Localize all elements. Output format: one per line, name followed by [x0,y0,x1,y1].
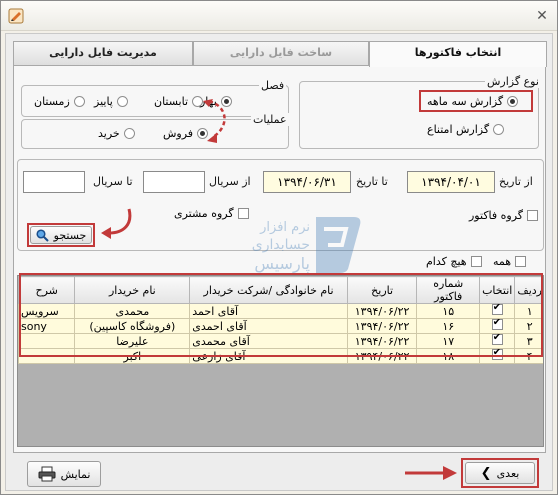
checkbox-box [527,210,539,221]
annotation-arrow-curve [203,99,226,143]
radio-purchase[interactable]: خرید [98,127,135,140]
radio-label: گزارش سه ماهه [427,95,504,108]
select-all-checkbox[interactable]: همه [493,255,527,268]
customer-group-checkbox[interactable]: گروه مشتری [174,207,249,220]
radio-label: فروش [163,127,194,140]
chevron-left-icon: ❮ [480,465,492,481]
tab-select-invoices[interactable]: انتخاب فاکتورها [369,41,547,67]
highlight-grid-rows [19,273,543,357]
radio-label: پاییز [94,95,113,108]
search-label: جستجو [53,228,87,242]
app-icon [8,8,24,24]
radio-dot [507,96,519,107]
radio-summer[interactable]: تابستان [154,95,204,108]
season-legend: فصل [259,79,287,92]
display-label: نمایش [60,467,91,481]
tab-build-asset-file: ساخت فایل دارایی [193,41,369,65]
radio-dot [116,96,128,107]
to-date-label: تا تاریخ [356,175,388,188]
annotation-arrow-search [101,208,132,239]
search-button[interactable]: جستجو [30,226,92,244]
annotation-arrow-next [405,466,457,480]
to-serial-label: تا سریال [93,175,133,188]
tab-manage-asset-file[interactable]: مدیریت فایل دارایی [13,41,193,65]
radio-dot [493,124,505,135]
operation-legend: عملیات [251,113,289,126]
select-none-checkbox[interactable]: هیچ کدام [426,255,482,268]
from-date-label: از تاریخ [499,175,533,188]
from-serial-label: از سریال [209,175,251,188]
printer-icon [38,466,56,482]
radio-dot [73,96,85,107]
from-date-field[interactable]: ۱۳۹۴/۰۴/۰۱ [407,171,495,193]
invoice-group-checkbox[interactable]: گروه فاکتور [469,209,539,222]
display-button[interactable]: نمایش [27,461,101,487]
checkbox-box [515,256,527,267]
next-label: بعدی [496,466,520,480]
title-bar: ✕ [1,1,557,31]
close-button[interactable]: ✕ [532,7,552,25]
to-serial-field[interactable] [23,171,85,193]
checkbox-label: گروه فاکتور [469,209,524,222]
radio-quarterly-report[interactable]: گزارش سه ماهه [427,95,519,108]
from-serial-field[interactable] [143,171,205,193]
radio-autumn[interactable]: پاییز [94,95,128,108]
search-icon [36,228,49,242]
radio-refusal-report[interactable]: گزارش امتناع [427,123,505,136]
radio-label: تابستان [154,95,189,108]
operation-group [21,119,289,149]
checkbox-box [237,208,249,219]
next-button[interactable]: ❮ بعدی [465,462,535,484]
checkbox-label: همه [493,255,512,268]
radio-label: زمستان [34,95,70,108]
checkbox-box [470,256,482,267]
window: ✕ انتخاب فاکتورها ساخت فایل دارایی مدیری… [0,0,558,495]
radio-winter[interactable]: زمستان [34,95,85,108]
radio-label: خرید [98,127,120,140]
checkbox-label: گروه مشتری [174,207,234,220]
checkbox-label: هیچ کدام [426,255,467,268]
radio-dot [123,128,135,139]
radio-label: گزارش امتناع [427,123,490,136]
report-type-legend: نوع گزارش [485,75,541,88]
to-date-field[interactable]: ۱۳۹۴/۰۶/۳۱ [263,171,351,193]
